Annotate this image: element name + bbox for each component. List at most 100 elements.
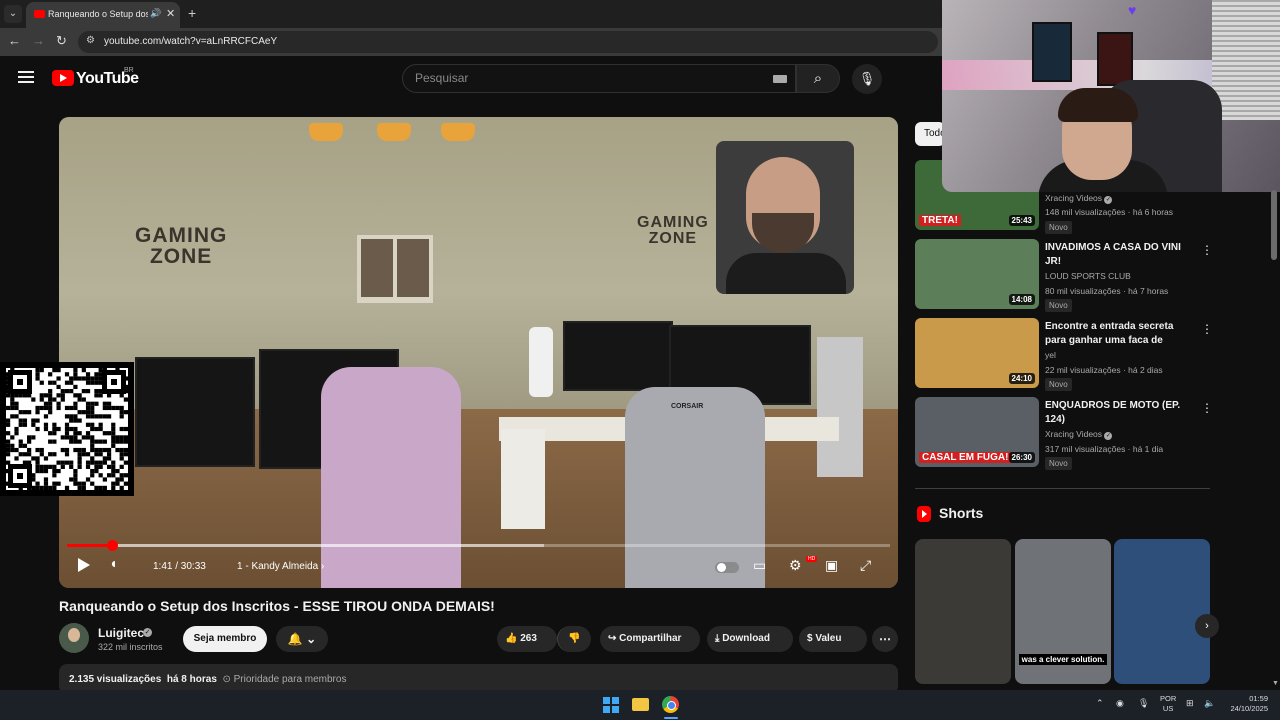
new-badge: Novo [1045,457,1072,470]
microphone-icon: 🎙 [858,71,876,86]
channel-avatar[interactable] [59,623,89,653]
chapter-button[interactable]: 1 - Kandy Almeida › [237,561,324,572]
windows-start-icon[interactable] [603,697,619,713]
search-input[interactable]: Pesquisar [402,64,796,93]
menu-icon[interactable] [18,71,34,83]
voice-search-button[interactable]: 🎙 [852,64,882,94]
tab-list-icon[interactable]: ⌄ [4,5,22,23]
more-actions-icon[interactable]: ⋯ [872,626,898,652]
reload-icon[interactable]: ↻ [56,33,67,49]
chandelier [309,117,479,177]
video-title[interactable]: ENQUADROS DE MOTO (EP. 124) [1045,399,1195,427]
video-duration: 26:30 [1008,452,1035,463]
browser-tab[interactable]: Ranqueando o Setup dos Inscritos 🔊 ✕ [26,2,180,28]
more-options-icon[interactable]: ⋮ [1201,322,1213,336]
channel-label: LOUD SPORTS CLUB [1045,271,1131,281]
chrome-icon[interactable] [662,696,679,713]
recommendation-card[interactable]: 14:08 INVADIMOS A CASA DO VINI JR! LOUD SP… [915,239,1215,313]
forward-icon[interactable]: → [32,33,45,48]
video-thumbnail[interactable]: 14:08 [915,239,1039,309]
url-text[interactable]: youtube.com/watch?v=aLnRRCFCAeY [104,36,277,47]
description-meta: 2.135 visualizações há 8 horas ⊙ Priorid… [69,674,346,685]
video-thumbnail[interactable]: CASAL EM FUGA! 26:30 [915,397,1039,467]
short-card[interactable] [915,539,1011,684]
language-indicator[interactable]: POR US [1160,694,1176,714]
youtube-logo-icon[interactable] [52,70,74,86]
recommendation-card[interactable]: CASAL EM FUGA! 26:30 ENQUADROS DE MOTO (EP… [915,397,1215,471]
subtitles-icon[interactable]: ▭ [753,557,766,574]
new-badge: Novo [1045,299,1072,312]
windows-taskbar: ⌃ ◉ 🎙 POR US ⊞ 🔈 01:59 24/10/2025 [0,690,1280,720]
settings-icon[interactable]: ⚙ [789,557,802,574]
play-icon[interactable] [75,557,91,573]
thumbs-up-icon: 👍 [505,633,518,644]
video-duration: 24:10 [1008,373,1035,384]
short-card[interactable]: was a clever solution. [1015,539,1111,684]
video-player[interactable]: GAMING ZONE GAMING ZONE CORSAIR ◖ 1:41 /… [59,117,898,588]
drawers [501,429,545,529]
clock-time: 01:59 [1249,694,1268,703]
like-button[interactable]: 👍 263 [497,626,557,652]
console [529,327,553,397]
channel-name[interactable]: Xracing Videos ✓ [1045,193,1113,204]
address-bar[interactable]: ⚙ youtube.com/watch?v=aLnRRCFCAeY [78,31,938,53]
recommendation-card[interactable]: 24:10 Encontre a entrada secreta para gan… [915,318,1215,392]
members-icon: ⊙ [222,674,231,685]
channel-name[interactable]: LOUD SPORTS CLUB [1045,271,1131,281]
thanks-button[interactable]: $ Valeu [799,626,867,652]
theater-mode-icon[interactable]: ▣ [825,557,838,574]
chevron-down-icon: ⌄ [306,632,317,646]
share-button[interactable]: ↪ Compartilhar [600,626,700,652]
download-button[interactable]: ⤓ Download [707,626,793,652]
channel-name[interactable]: Luigitec [98,626,144,640]
subscriber-count: 322 mil inscritos [98,642,163,652]
channel-name[interactable]: yel [1045,350,1056,360]
new-tab-icon[interactable]: + [188,5,196,21]
shorts-icon [917,506,931,522]
audio-icon[interactable]: 🔊 [150,8,161,19]
keyboard-icon[interactable] [773,75,787,83]
volume-icon[interactable]: ◖ [109,555,117,571]
file-explorer-icon[interactable] [632,698,649,711]
thanks-label: Valeu [815,633,842,644]
monitor-center [563,321,673,391]
close-icon[interactable]: ✕ [166,7,175,20]
join-button[interactable]: Seja membro [183,626,267,652]
page-scrollbar[interactable] [1270,190,1278,690]
share-label: Compartilhar [619,633,682,644]
channel-name[interactable]: Xracing Videos ✓ [1045,429,1113,440]
progress-fill [67,544,113,547]
verified-icon: ✓ [1104,196,1113,204]
wall-frame [1032,22,1072,82]
shorts-title: Shorts [939,505,984,521]
discord-icon[interactable]: ◉ [1116,698,1124,709]
autoplay-toggle[interactable] [715,562,739,573]
volume-tray-icon[interactable]: 🔈 [1204,698,1215,709]
search-button[interactable]: ⌕ [796,64,840,93]
fullscreen-icon[interactable]: ⤢ [860,557,871,574]
video-title[interactable]: INVADIMOS A CASA DO VINI JR! [1045,241,1195,269]
system-clock[interactable]: 01:59 24/10/2025 [1226,694,1268,714]
thumbs-down-icon: 👎 [568,633,581,644]
site-info-icon[interactable]: ⚙ [86,35,95,46]
monitor-left [135,357,255,467]
scroll-down-icon[interactable]: ▼ [1272,680,1279,687]
more-options-icon[interactable]: ⋮ [1201,401,1213,415]
video-thumbnail[interactable]: 24:10 [915,318,1039,388]
wall-posters [357,235,433,303]
back-icon[interactable]: ← [8,33,21,48]
more-options-icon[interactable]: ⋮ [1201,243,1213,257]
progress-bar[interactable] [67,540,890,551]
clock-date: 24/10/2025 [1230,704,1268,713]
tray-chevron-icon[interactable]: ⌃ [1096,698,1104,709]
chevron-right-icon[interactable]: › [1195,614,1219,638]
dislike-button[interactable]: 👎 [557,626,591,652]
region-code: BR [124,67,134,74]
mic-tray-icon[interactable]: 🎙 [1138,698,1149,709]
channel-label: yel [1045,350,1056,360]
short-card[interactable] [1114,539,1210,684]
filter-chip-all[interactable]: Todos [915,122,945,146]
video-title[interactable]: Encontre a entrada secreta para ganhar u… [1045,320,1195,348]
network-icon[interactable]: ⊞ [1186,698,1194,709]
notification-button[interactable]: 🔔 ⌄ [276,626,328,652]
